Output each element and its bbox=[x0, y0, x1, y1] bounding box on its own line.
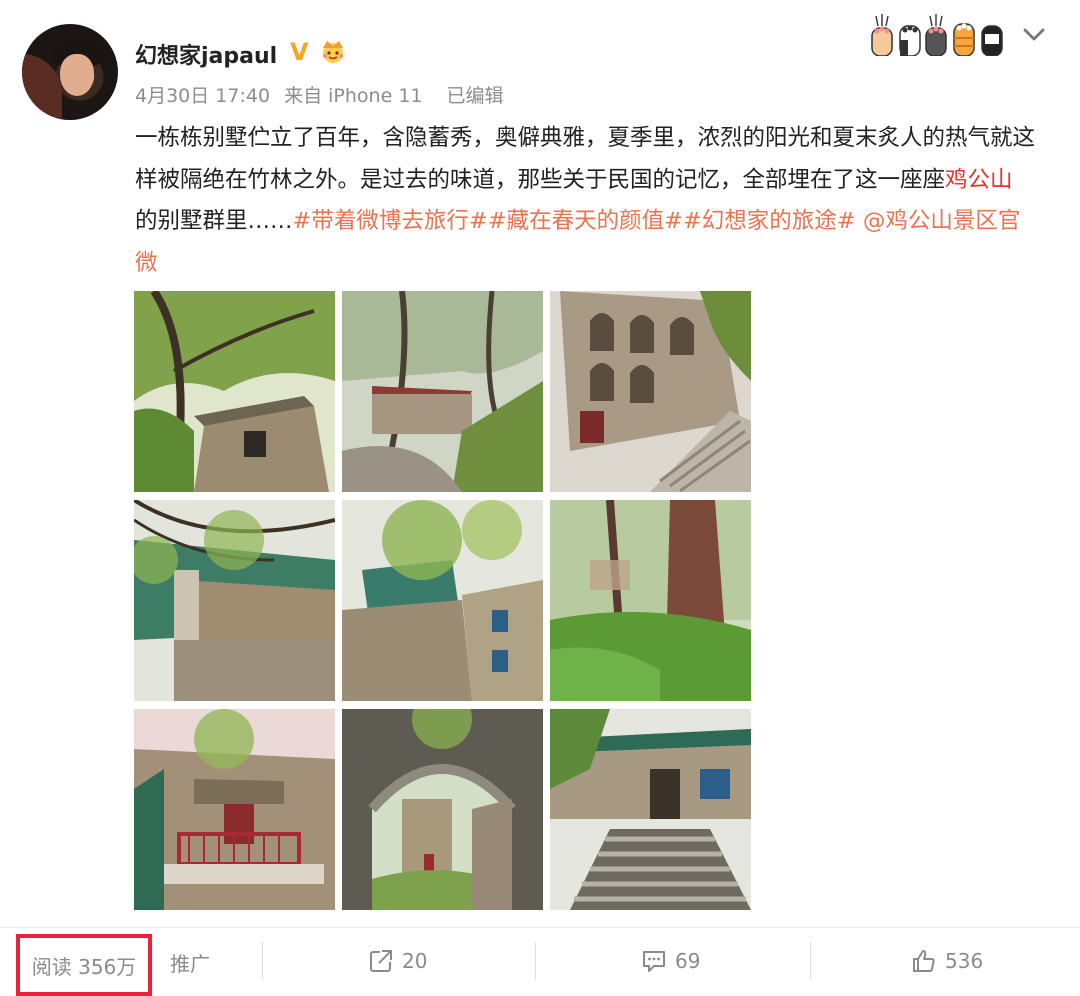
action-separator bbox=[262, 942, 263, 980]
post-text-segment: 一栋栋别墅伫立了百年，含隐蓄秀，奥僻典雅，夏季里，浓烈的阳光和夏末炙人的热气就这… bbox=[135, 125, 1036, 193]
post-text: 一栋栋别墅伫立了百年，含隐蓄秀，奥僻典雅，夏季里，浓烈的阳光和夏末炙人的热气就这… bbox=[135, 118, 1035, 284]
action-bar: 阅读 356万 推广 20 69 536 bbox=[0, 928, 1080, 996]
post-text-segment: 的别墅群里…… bbox=[135, 208, 293, 234]
comment-button[interactable]: 69 bbox=[641, 948, 700, 974]
photo-villa-front-stairs[interactable] bbox=[550, 709, 751, 910]
post-meta: 4月30日 17:40 来自 iPhone 11 已编辑 bbox=[135, 81, 512, 108]
photo-red-roof-house-path[interactable] bbox=[342, 291, 543, 492]
repost-count: 20 bbox=[402, 949, 428, 973]
hashtag-link[interactable]: #藏在春天的颜值# bbox=[488, 208, 683, 234]
image-grid bbox=[134, 291, 752, 910]
action-separator bbox=[810, 942, 811, 980]
edited-label[interactable]: 已编辑 bbox=[447, 85, 504, 107]
avatar[interactable] bbox=[22, 24, 118, 120]
thumbs-up-icon bbox=[913, 950, 935, 972]
chevron-down-icon[interactable] bbox=[1020, 22, 1048, 46]
comment-icon bbox=[643, 951, 665, 972]
comment-count: 69 bbox=[675, 949, 701, 973]
share-icon bbox=[370, 950, 392, 972]
promote-button[interactable]: 推广 bbox=[170, 948, 210, 977]
photo-forest-tree-trunk[interactable] bbox=[550, 500, 751, 701]
photo-green-trim-villa[interactable] bbox=[342, 500, 543, 701]
post-source: 来自 iPhone 11 bbox=[284, 85, 423, 107]
photo-villa-under-tree[interactable] bbox=[134, 291, 335, 492]
username[interactable]: 幻想家japaul bbox=[135, 38, 277, 70]
hashtag-link[interactable]: #幻想家的旅途# bbox=[683, 208, 856, 234]
repost-button[interactable]: 20 bbox=[368, 948, 427, 974]
read-count: 阅读 356万 bbox=[16, 934, 152, 996]
like-count: 536 bbox=[945, 949, 984, 973]
photo-arched-villa-stairs[interactable] bbox=[550, 291, 751, 492]
location-link[interactable]: 鸡公山 bbox=[945, 167, 1013, 193]
like-button[interactable]: 536 bbox=[911, 948, 983, 974]
verified-badge-icon: V bbox=[290, 38, 309, 66]
cat-paws-decoration-icon bbox=[871, 14, 1003, 56]
action-separator bbox=[535, 942, 536, 980]
crown-vip-icon bbox=[323, 41, 343, 63]
hashtag-link[interactable]: #带着微博去旅行# bbox=[293, 208, 488, 234]
photo-stone-archway[interactable] bbox=[342, 709, 543, 910]
post-text-segment bbox=[856, 208, 863, 234]
photo-balcony-corner-low-angle[interactable] bbox=[134, 500, 335, 701]
photo-red-balcony-villa[interactable] bbox=[134, 709, 335, 910]
post-time[interactable]: 4月30日 17:40 bbox=[135, 85, 270, 107]
